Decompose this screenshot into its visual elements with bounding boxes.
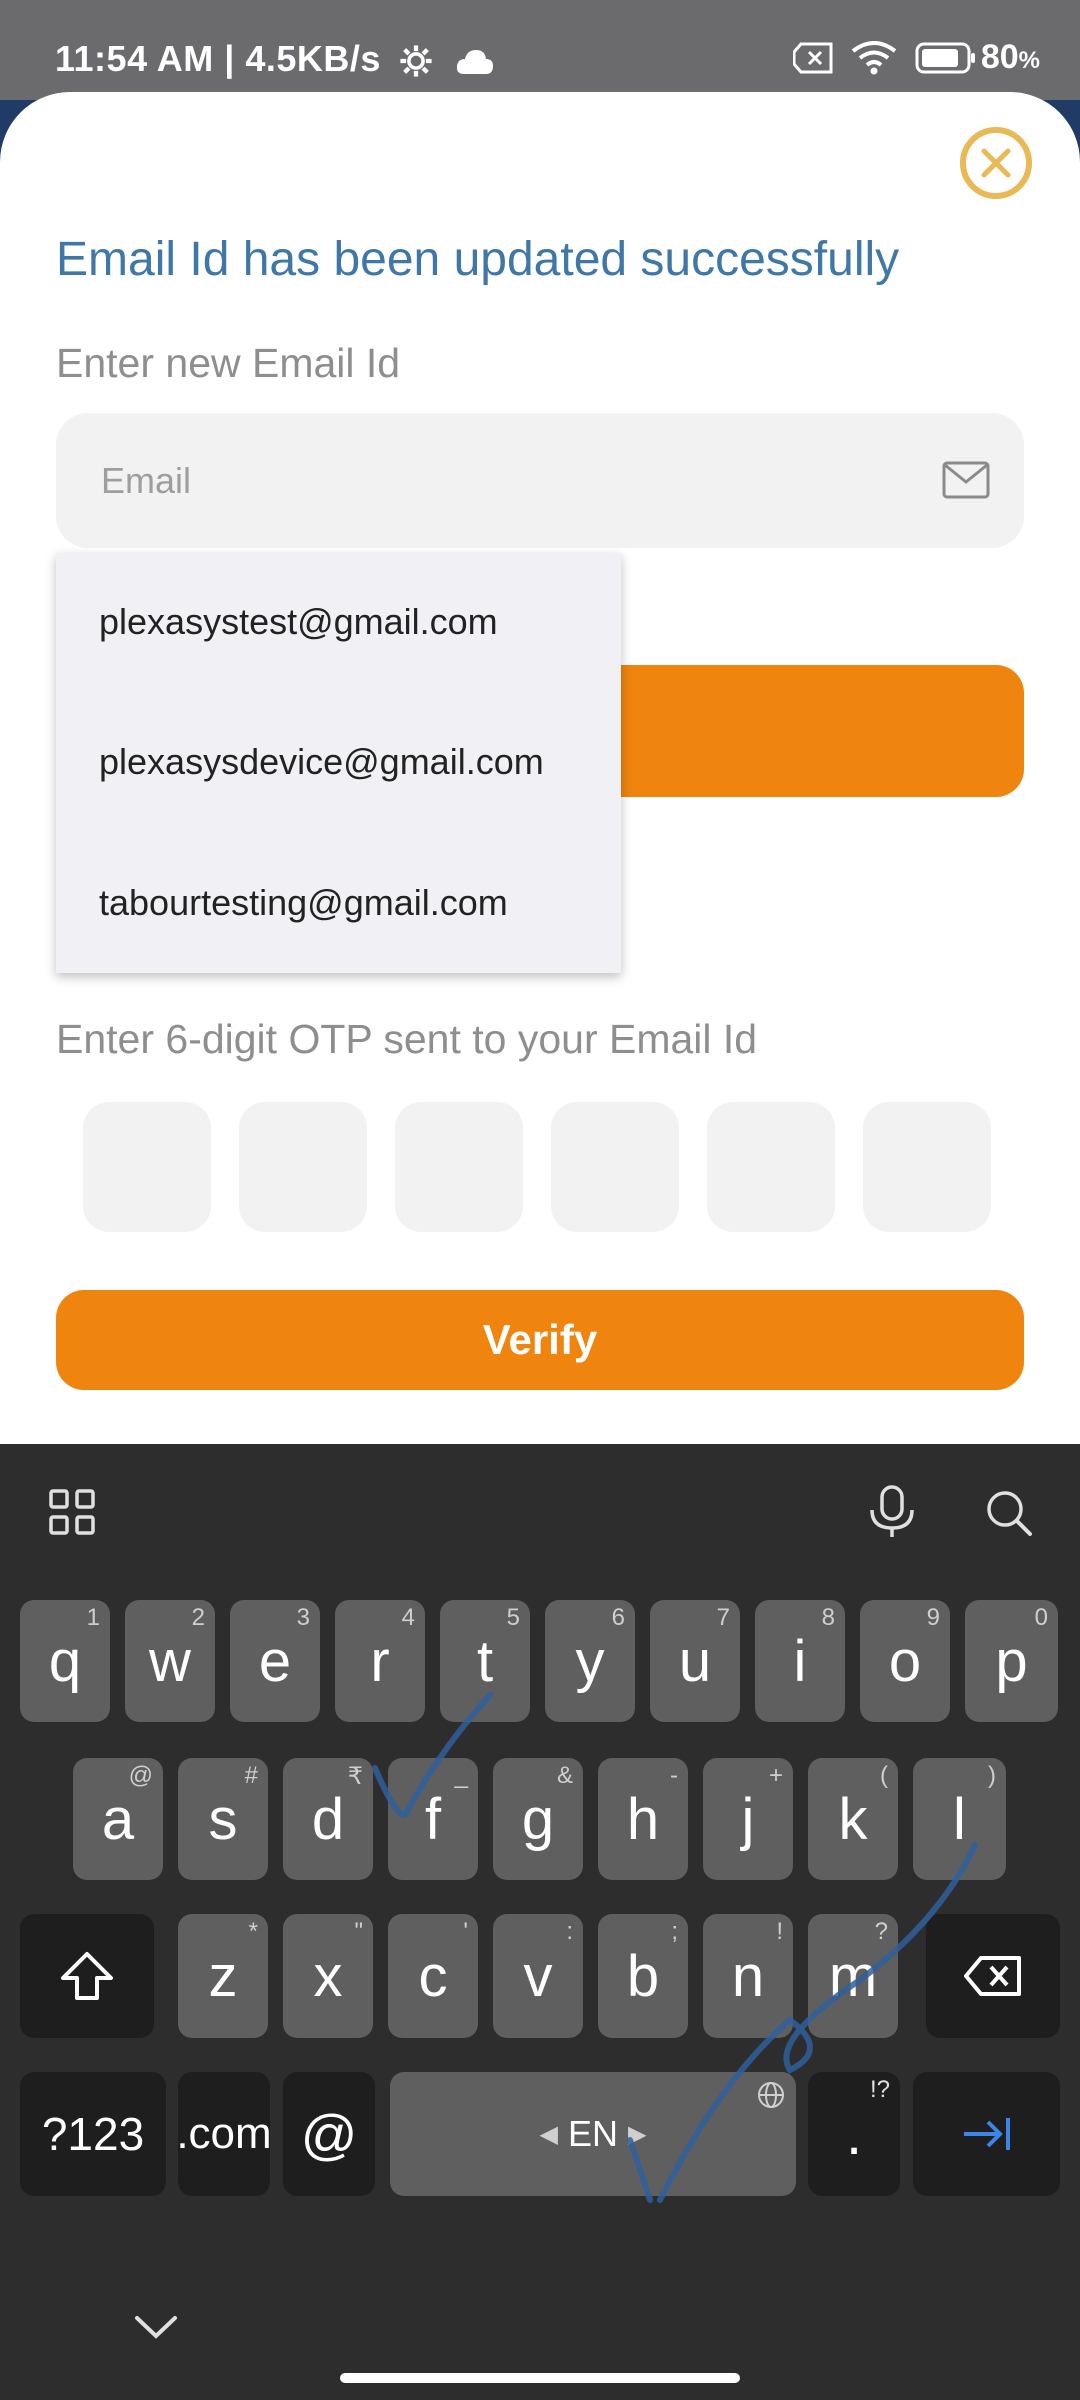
suggestion-item[interactable]: tabourtesting@gmail.com: [99, 882, 508, 924]
settings-gear-icon: [399, 44, 433, 78]
microphone-icon[interactable]: [866, 1484, 918, 1540]
battery-percent: 80%: [980, 38, 1040, 76]
close-button[interactable]: [960, 127, 1032, 199]
verify-button[interactable]: Verify: [56, 1290, 1024, 1390]
swipe-trail: [372, 1692, 978, 2203]
suggestion-item[interactable]: plexasystest@gmail.com: [99, 601, 498, 643]
email-suggestions-dropdown: plexasystest@gmail.com plexasysdevice@gm…: [56, 553, 621, 973]
apps-grid-icon[interactable]: [48, 1488, 96, 1536]
hide-keyboard-chevron-icon[interactable]: [133, 2313, 179, 2341]
mail-icon: [942, 461, 990, 499]
status-right: 80%: [792, 38, 1040, 77]
otp-digit-1[interactable]: [83, 1102, 211, 1232]
home-indicator: [340, 2373, 740, 2383]
otp-digit-4[interactable]: [551, 1102, 679, 1232]
otp-digit-2[interactable]: [239, 1102, 367, 1232]
battery-icon: 80%: [915, 38, 1040, 77]
close-icon: [981, 148, 1011, 178]
otp-label: Enter 6-digit OTP sent to your Email Id: [56, 1016, 758, 1062]
status-time: 11:54 AM | 4.5KB/s: [55, 38, 494, 80]
email-input[interactable]: Email: [56, 413, 1024, 548]
otp-digit-5[interactable]: [707, 1102, 835, 1232]
search-icon[interactable]: [984, 1488, 1034, 1538]
cloud-icon: [456, 46, 494, 76]
email-label: Enter new Email Id: [56, 340, 401, 386]
wifi-icon: [851, 40, 897, 75]
sim-off-icon: [792, 42, 833, 74]
email-placeholder: Email: [101, 460, 192, 501]
otp-digit-3[interactable]: [395, 1102, 523, 1232]
success-message: Email Id has been updated successfully: [56, 233, 900, 286]
suggestion-item[interactable]: plexasysdevice@gmail.com: [99, 741, 544, 783]
otp-digit-6[interactable]: [863, 1102, 991, 1232]
